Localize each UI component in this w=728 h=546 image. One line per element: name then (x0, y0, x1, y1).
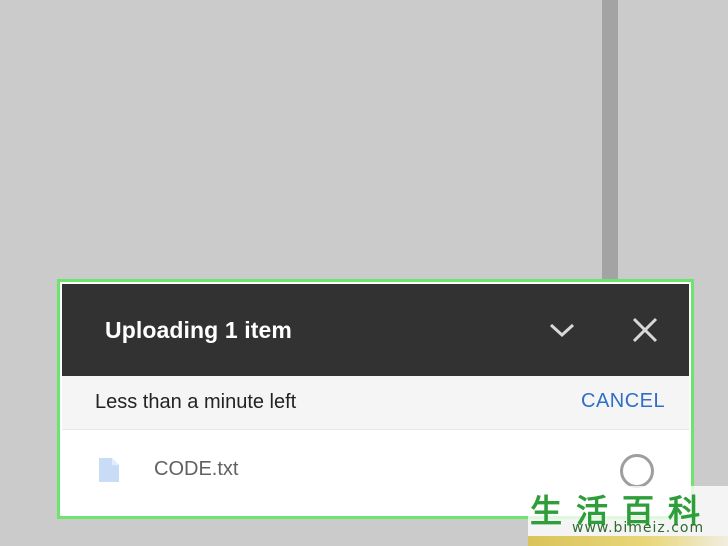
screen: Uploading 1 item Less than a minute left… (0, 0, 728, 546)
upload-panel: Uploading 1 item Less than a minute left… (62, 284, 689, 514)
cancel-button[interactable]: CANCEL (581, 390, 665, 413)
collapse-button[interactable] (546, 314, 578, 346)
upload-panel-title: Uploading 1 item (105, 316, 292, 343)
watermark-band (528, 536, 728, 546)
file-name: CODE.txt (154, 458, 239, 480)
close-button[interactable] (629, 314, 661, 346)
time-remaining-text: Less than a minute left (95, 391, 297, 413)
upload-status-row: Less than a minute left CANCEL (62, 376, 689, 430)
upload-panel-header: Uploading 1 item (62, 284, 689, 376)
close-icon (632, 317, 658, 343)
highlight-outline: Uploading 1 item Less than a minute left… (57, 279, 694, 519)
progress-circle-icon (620, 454, 654, 488)
chevron-down-icon (549, 323, 575, 338)
watermark: 生活百科 www.bimeiz.com (528, 486, 728, 546)
scrollbar[interactable] (602, 0, 618, 290)
document-icon (98, 457, 120, 488)
watermark-url: www.bimeiz.com (572, 520, 705, 536)
